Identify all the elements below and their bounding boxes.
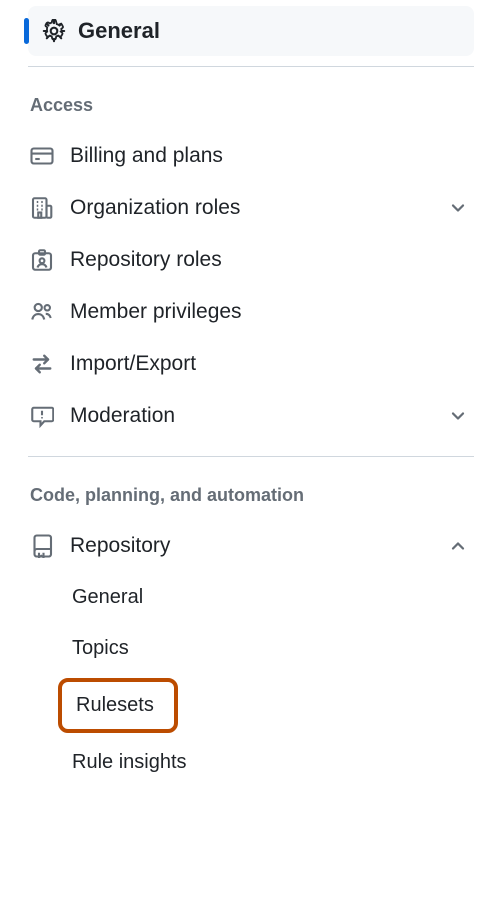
sidebar-item-label: General [72, 586, 143, 609]
sidebar-item-label: Rule insights [72, 751, 187, 774]
sidebar-item-label: Import/Export [70, 352, 468, 376]
people-icon [30, 300, 58, 324]
sidebar-item-moderation[interactable]: Moderation [28, 390, 474, 442]
credit-card-icon [30, 144, 58, 168]
sidebar-subitem-rulesets-highlighted[interactable]: Rulesets [58, 678, 178, 733]
divider [28, 66, 474, 67]
sidebar-item-label: Organization roles [70, 196, 448, 220]
sidebar-item-label: Repository [70, 534, 448, 558]
id-badge-icon [30, 248, 58, 272]
sidebar-item-label: Topics [72, 637, 129, 660]
section-heading-code: Code, planning, and automation [30, 485, 474, 506]
active-indicator [24, 18, 29, 44]
arrows-switch-icon [30, 352, 58, 376]
sidebar-item-label: General [78, 18, 160, 44]
sidebar-item-organization-roles[interactable]: Organization roles [28, 182, 474, 234]
organization-icon [30, 196, 58, 220]
sidebar-item-billing[interactable]: Billing and plans [28, 130, 474, 182]
repo-icon [30, 534, 58, 558]
sidebar-subitem-rule-insights[interactable]: Rule insights [28, 737, 474, 788]
section-heading-access: Access [30, 95, 474, 116]
sidebar-item-import-export[interactable]: Import/Export [28, 338, 474, 390]
chevron-down-icon [448, 198, 468, 218]
sidebar-item-general-active[interactable]: General [28, 6, 474, 56]
sidebar-item-member-privileges[interactable]: Member privileges [28, 286, 474, 338]
divider [28, 456, 474, 457]
sidebar-item-label: Rulesets [76, 694, 154, 716]
sidebar-item-label: Member privileges [70, 300, 468, 324]
report-icon [30, 404, 58, 428]
gear-icon [42, 19, 66, 43]
sidebar-subitem-topics[interactable]: Topics [28, 623, 474, 674]
chevron-down-icon [448, 406, 468, 426]
chevron-up-icon [448, 536, 468, 556]
sidebar-subitem-general[interactable]: General [28, 572, 474, 623]
sidebar-item-label: Billing and plans [70, 144, 468, 168]
sidebar-item-label: Moderation [70, 404, 448, 428]
sidebar-item-repository-roles[interactable]: Repository roles [28, 234, 474, 286]
sidebar-item-repository[interactable]: Repository [28, 520, 474, 572]
sidebar-item-label: Repository roles [70, 248, 468, 272]
